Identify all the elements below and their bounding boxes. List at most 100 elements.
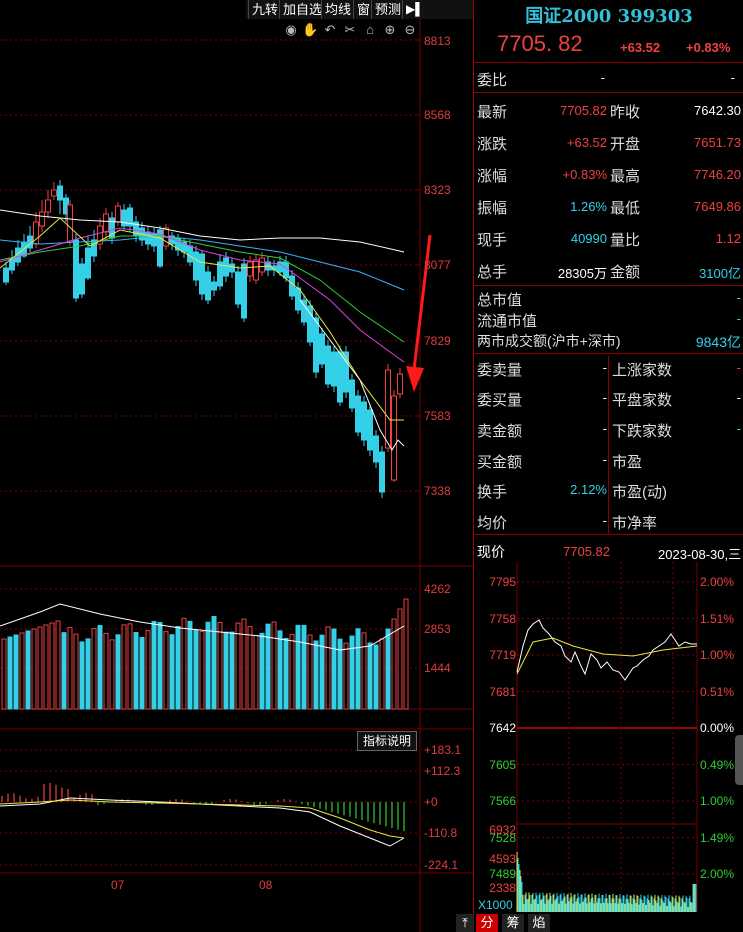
volume-bar: [43, 624, 49, 710]
candle-body: [289, 275, 295, 297]
hand-icon[interactable]: ✋: [302, 22, 318, 38]
volume-bar: [187, 620, 193, 710]
candle-body: [103, 213, 109, 233]
tab-flame[interactable]: 焰: [528, 914, 550, 932]
volume-bar: [253, 634, 259, 710]
candle-body: [349, 379, 355, 409]
candle-body: [331, 351, 337, 387]
candle-body: [121, 209, 127, 227]
candle-body: [67, 204, 73, 243]
kline-axis-label: 8813: [424, 34, 451, 48]
moving-average-button[interactable]: 均线: [321, 0, 355, 19]
breadth-value: -: [602, 513, 607, 528]
volume-bar: [25, 630, 31, 710]
candle-body: [3, 267, 9, 283]
exit-icon[interactable]: ▶▌: [402, 0, 427, 19]
candle-body: [229, 263, 235, 273]
breadth-label: 委买量: [477, 392, 523, 409]
intraday-pct-label: 2.00%: [700, 867, 735, 881]
scroll-up-icon[interactable]: ⤒: [456, 914, 474, 932]
zoom-out-icon[interactable]: ⊖: [402, 22, 418, 38]
quote-label: 最新: [477, 104, 508, 121]
quote-label: 总手: [477, 264, 508, 281]
undo-icon[interactable]: ↶: [322, 22, 338, 38]
cut-icon[interactable]: ✂: [342, 22, 358, 38]
candle-body: [39, 211, 45, 227]
volume-bar: [259, 632, 265, 710]
weibi-value: -: [600, 70, 605, 85]
intraday-pct-label: 2.00%: [700, 575, 735, 589]
eye-icon[interactable]: ◉: [283, 22, 299, 38]
breadth-label: 卖金额: [477, 423, 523, 440]
candle-body: [367, 409, 373, 451]
candle-body: [337, 351, 343, 403]
intraday-volume-unit: X1000: [478, 898, 513, 912]
intraday-volume-label: 4593: [489, 852, 516, 866]
candle-body: [157, 229, 163, 267]
intraday-price-line: [516, 619, 697, 681]
volume-bar: [1, 638, 7, 710]
candle-body: [51, 189, 57, 197]
window-button[interactable]: 窗: [353, 0, 374, 19]
indicator-help-button[interactable]: 指标说明: [357, 731, 417, 751]
tab-chips[interactable]: 筹: [502, 914, 524, 932]
add-favorite-button[interactable]: 加自选: [279, 0, 326, 19]
price-change: +63.52: [620, 40, 661, 55]
breadth-label: 上涨家数: [612, 362, 673, 379]
kline-chart[interactable]: [0, 0, 473, 932]
volume-axis-label: 2853: [424, 622, 451, 636]
lock-icon[interactable]: ⌂: [362, 22, 378, 37]
volume-bar: [133, 632, 139, 710]
volume-bar: [115, 634, 121, 710]
candle-body: [361, 401, 367, 441]
candle-body: [193, 251, 199, 281]
breadth-label: 平盘家数: [612, 392, 673, 409]
intraday-pct-label: 0.51%: [700, 684, 735, 699]
breadth-value: -: [736, 421, 741, 436]
volume-bar: [343, 642, 349, 710]
intraday-price-label: 7642: [489, 721, 516, 735]
float-mktcap-value: -: [736, 311, 741, 326]
breadth-value: -: [602, 452, 607, 467]
volume-bar: [151, 620, 157, 710]
float-mktcap-label: 流通市值: [477, 313, 538, 330]
quote-label: 最低: [610, 200, 641, 217]
indicator-axis-label: +183.1: [424, 743, 462, 757]
quote-value: 1.12: [715, 231, 741, 246]
toolbar: 九转 加自选 均线 窗 预测 ▶▌: [246, 0, 473, 19]
intraday-price-label: 7795: [489, 575, 516, 589]
candle-body: [115, 205, 121, 223]
kline-axis-label: 7829: [424, 334, 451, 348]
kline-axis-label: 8568: [424, 108, 451, 122]
intraday-pct-label: 0.49%: [700, 757, 735, 772]
volume-bar: [157, 622, 163, 710]
breadth-value: 2.12%: [570, 482, 607, 497]
volume-bar: [349, 635, 355, 710]
volume-bar: [331, 628, 337, 710]
side-scroll-handle[interactable]: [735, 735, 743, 785]
volume-bar: [61, 632, 67, 710]
breadth-value: -: [736, 390, 741, 405]
volume-bar: [325, 626, 331, 710]
market-turnover-value: 9843亿: [695, 334, 741, 350]
volume-bar: [379, 638, 385, 710]
forecast-button[interactable]: 预测: [371, 0, 405, 19]
indicator-axis-label: +112.3: [424, 764, 461, 778]
candle-body: [187, 245, 193, 263]
breadth-label: 市盈(动): [612, 484, 667, 501]
candle-body: [235, 271, 241, 305]
nine-turn-button[interactable]: 九转: [248, 0, 282, 19]
candle-body: [45, 199, 51, 213]
volume-bar: [295, 624, 301, 710]
current-price: 7705. 82: [497, 31, 583, 56]
candle-body: [259, 257, 265, 273]
quote-label: 开盘: [610, 136, 641, 153]
zoom-in-icon[interactable]: ⊕: [382, 22, 398, 38]
tab-minute[interactable]: 分: [476, 914, 498, 932]
kline-chart-area[interactable]: [0, 0, 473, 932]
volume-bar: [361, 632, 367, 710]
volume-bar: [175, 625, 181, 710]
intraday-price-label: 7566: [489, 794, 516, 808]
quote-label: 涨跌: [477, 136, 508, 153]
intraday-price-label: 7489: [489, 867, 516, 881]
